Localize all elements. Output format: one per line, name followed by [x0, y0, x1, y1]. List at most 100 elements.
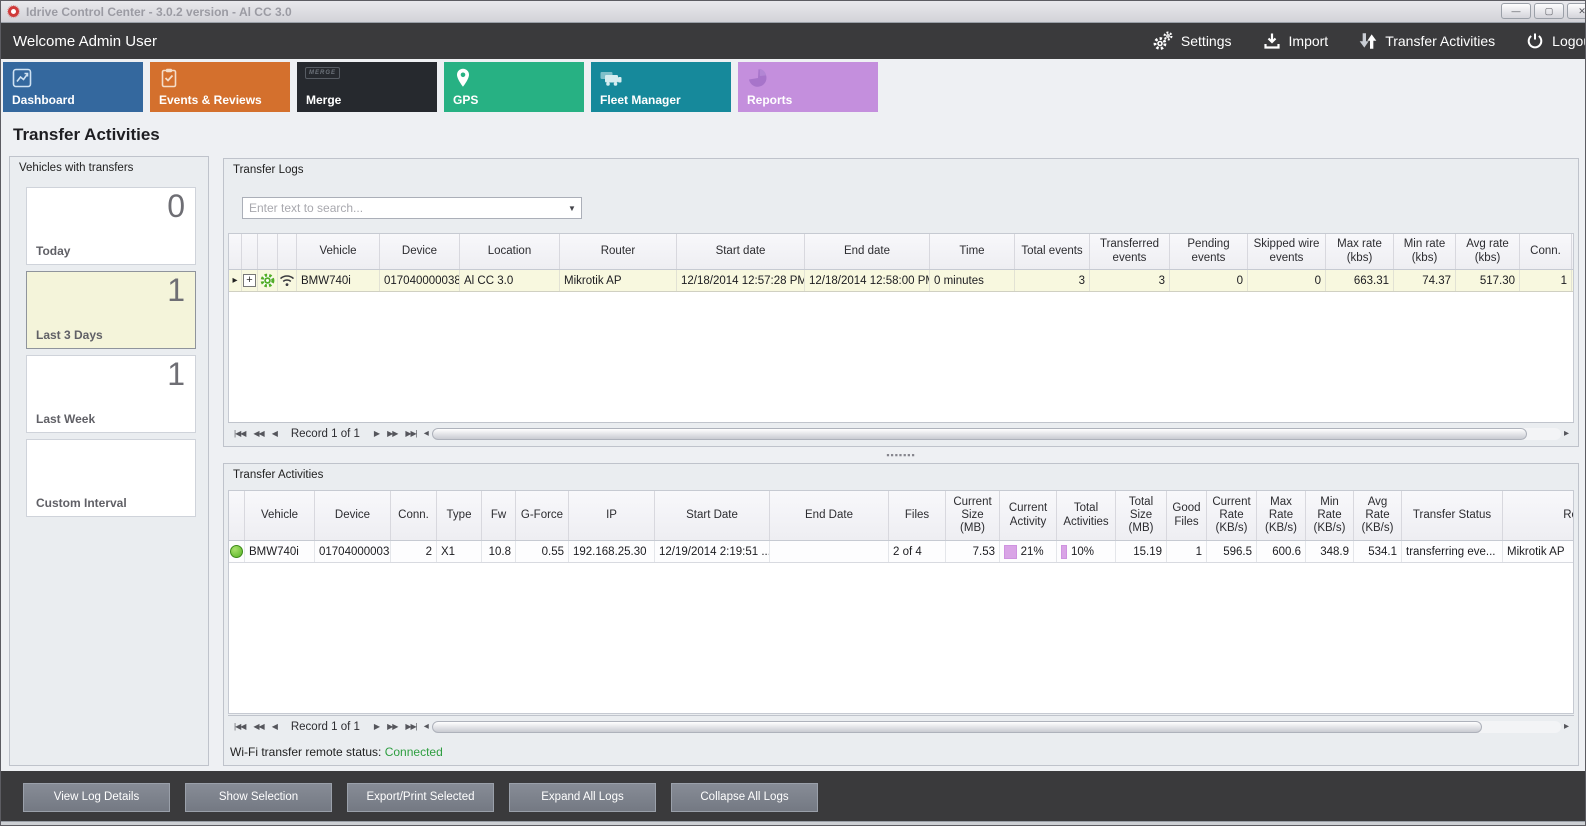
scroll-left-icon[interactable]: ◂ — [424, 428, 429, 439]
close-button[interactable]: ✕ — [1567, 3, 1586, 19]
search-input[interactable] — [243, 201, 563, 215]
column-header[interactable]: Pending events — [1170, 234, 1248, 269]
card-last-3-days[interactable]: 1 Last 3 Days — [26, 271, 196, 349]
maximize-button[interactable]: ▢ — [1534, 3, 1564, 19]
column-header[interactable]: Current Size (MB) — [946, 491, 1000, 540]
tab-dashboard[interactable]: Dashboard — [3, 62, 143, 112]
expand-all-logs-button[interactable]: Expand All Logs — [509, 783, 656, 812]
logout-button[interactable]: Logout — [1525, 31, 1586, 51]
column-header[interactable]: Min Rate (KB/s) — [1306, 491, 1354, 540]
column-header[interactable]: Skipped wire events — [1248, 234, 1326, 269]
expand-icon[interactable]: + — [243, 274, 256, 287]
prev-page-icon[interactable]: ◀ — [272, 429, 277, 438]
card-today-label: Today — [36, 244, 70, 258]
column-header[interactable]: Conn. — [391, 491, 437, 540]
column-header[interactable]: Device — [380, 234, 460, 269]
vehicles-with-transfers-panel: Vehicles with transfers 0 Today 1 Last 3… — [9, 156, 209, 766]
transfer-logs-title: Transfer Logs — [224, 159, 1578, 176]
prev-page-icon[interactable]: ◀ — [272, 722, 277, 731]
table-row[interactable]: ▸+BMW740i017040000038Al CC 3.0Mikrotik A… — [229, 270, 1573, 292]
view-log-details-button[interactable]: View Log Details — [23, 783, 170, 812]
panel-splitter[interactable]: ▪▪▪▪▪▪▪ — [223, 447, 1579, 463]
column-header[interactable]: Total Size (MB) — [1116, 491, 1167, 540]
last-page-icon[interactable]: ▶▶| — [405, 722, 416, 731]
line-chart-icon — [11, 67, 33, 89]
next-page-icon[interactable]: ▶ — [374, 722, 379, 731]
column-header[interactable]: Files — [889, 491, 946, 540]
column-header[interactable]: IP — [569, 491, 655, 540]
scroll-right-icon[interactable]: ▸ — [1564, 721, 1569, 732]
column-header[interactable]: Vehicle — [245, 491, 315, 540]
column-header[interactable]: Current Rate (KB/s) — [1207, 491, 1257, 540]
column-header[interactable]: Device — [315, 491, 391, 540]
horizontal-scrollbar[interactable] — [432, 721, 1561, 733]
scrollbar-thumb[interactable] — [432, 428, 1527, 440]
export-print-selected-button[interactable]: Export/Print Selected — [347, 783, 494, 812]
chevron-down-icon[interactable]: ▼ — [563, 204, 581, 213]
first-page-icon[interactable]: |◀◀ — [234, 429, 245, 438]
scroll-left-icon[interactable]: ◂ — [424, 721, 429, 732]
topbar: Welcome Admin User Settings Import — [1, 23, 1585, 59]
column-header[interactable]: Start date — [677, 234, 805, 269]
fast-prev-icon[interactable]: ◀◀ — [253, 429, 263, 438]
column-header[interactable]: Fw — [482, 491, 516, 540]
column-header[interactable]: Vehicle — [297, 234, 380, 269]
column-header[interactable]: Max rate (kbs) — [1326, 234, 1394, 269]
tab-reports[interactable]: Reports — [738, 62, 878, 112]
column-header[interactable]: Good Files — [1167, 491, 1207, 540]
column-header[interactable]: End Date — [770, 491, 889, 540]
window-titlebar: Idrive Control Center - 3.0.2 version - … — [1, 1, 1585, 23]
column-header[interactable]: Total events — [1015, 234, 1090, 269]
column-header[interactable]: Avg Rate (KB/s) — [1354, 491, 1402, 540]
column-header[interactable]: Router — [1503, 491, 1574, 540]
column-header[interactable]: Transfer Status — [1402, 491, 1503, 540]
column-header[interactable]: Type — [437, 491, 482, 540]
scroll-right-icon[interactable]: ▸ — [1564, 428, 1569, 439]
minimize-button[interactable]: — — [1501, 3, 1531, 19]
bottom-toolbar: View Log Details Show Selection Export/P… — [1, 771, 1585, 823]
sidebar-title: Vehicles with transfers — [10, 157, 208, 174]
column-header[interactable]: Avg rate (kbs) — [1456, 234, 1520, 269]
column-header[interactable]: Min rate (kbs) — [1394, 234, 1456, 269]
tab-gps[interactable]: GPS — [444, 62, 584, 112]
column-header[interactable]: Conn. — [1520, 234, 1572, 269]
horizontal-scrollbar[interactable] — [432, 428, 1561, 440]
column-header[interactable]: Router — [560, 234, 677, 269]
column-header[interactable]: Total Activities — [1057, 491, 1116, 540]
interval-cards: 0 Today 1 Last 3 Days 1 Last Week Custom… — [10, 187, 208, 517]
settings-button[interactable]: Settings — [1152, 30, 1232, 52]
show-selection-button[interactable]: Show Selection — [185, 783, 332, 812]
tab-events-reviews[interactable]: Events & Reviews — [150, 62, 290, 112]
card-last-week[interactable]: 1 Last Week — [26, 355, 196, 433]
column-header[interactable]: G-Force — [516, 491, 569, 540]
column-header[interactable]: Location — [460, 234, 560, 269]
collapse-all-logs-button[interactable]: Collapse All Logs — [671, 783, 818, 812]
fast-next-icon[interactable]: ▶▶ — [387, 429, 397, 438]
column-header[interactable]: Current Activity — [1000, 491, 1057, 540]
fast-next-icon[interactable]: ▶▶ — [387, 722, 397, 731]
column-header-empty — [278, 234, 297, 269]
column-header[interactable]: Start Date — [655, 491, 770, 540]
row-indicator-icon: ▸ — [232, 275, 237, 286]
import-button[interactable]: Import — [1262, 31, 1329, 51]
window-bottom-edge — [1, 821, 1585, 825]
card-today[interactable]: 0 Today — [26, 187, 196, 265]
fast-prev-icon[interactable]: ◀◀ — [253, 722, 263, 731]
card-custom-interval[interactable]: Custom Interval — [26, 439, 196, 517]
column-header[interactable]: Transferred events — [1090, 234, 1170, 269]
column-header[interactable]: Max Rate (KB/s) — [1257, 491, 1306, 540]
wifi-status-label: Wi-Fi transfer remote status: — [230, 745, 381, 759]
tab-merge[interactable]: MERGE Merge — [297, 62, 437, 112]
next-page-icon[interactable]: ▶ — [374, 429, 379, 438]
module-tabs: Dashboard Events & Reviews MERGE Merge G… — [1, 59, 1585, 112]
welcome-text: Welcome Admin User — [13, 33, 157, 50]
table-row[interactable]: BMW740i0170400000382X110.80.55192.168.25… — [229, 541, 1573, 563]
tab-fleet-manager[interactable]: Fleet Manager — [591, 62, 731, 112]
last-page-icon[interactable]: ▶▶| — [405, 429, 416, 438]
window-controls: — ▢ ✕ — [1501, 3, 1586, 19]
first-page-icon[interactable]: |◀◀ — [234, 722, 245, 731]
column-header[interactable]: Time — [930, 234, 1015, 269]
transfer-activities-button[interactable]: Transfer Activities — [1358, 31, 1495, 51]
scrollbar-thumb[interactable] — [432, 721, 1482, 733]
column-header[interactable]: End date — [805, 234, 930, 269]
